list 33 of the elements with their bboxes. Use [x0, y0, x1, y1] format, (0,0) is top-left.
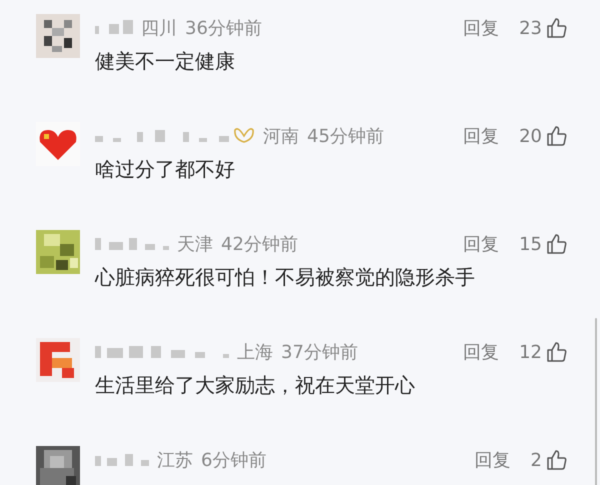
like-count: 23 — [519, 18, 542, 38]
thumbs-up-icon[interactable] — [546, 449, 568, 471]
comment-text: 啥过分了都不好 — [95, 156, 236, 183]
thumbs-up-icon[interactable] — [546, 341, 568, 363]
region-label: 上海 — [237, 341, 273, 364]
thumbs-up-icon[interactable] — [546, 17, 568, 39]
reply-button[interactable]: 回复 — [463, 124, 500, 148]
reply-button[interactable]: 回复 — [463, 232, 500, 256]
blurred-name — [95, 20, 133, 36]
like-count: 15 — [519, 234, 542, 254]
time-label: 37分钟前 — [281, 341, 358, 364]
region-label: 天津 — [177, 233, 213, 256]
reply-button[interactable]: 回复 — [463, 16, 500, 40]
reply-button[interactable]: 回复 — [463, 340, 500, 364]
region-label: 四川 — [141, 17, 177, 40]
region-label: 河南 — [263, 125, 299, 148]
time-label: 42分钟前 — [221, 233, 298, 256]
time-label: 45分钟前 — [307, 125, 384, 148]
comment-text: 健美不一定健康 — [95, 48, 236, 75]
like-count: 2 — [530, 450, 542, 470]
thumbs-up-icon[interactable] — [546, 125, 568, 147]
like-count: 20 — [519, 126, 542, 146]
badge-icon — [233, 127, 255, 145]
time-label: 36分钟前 — [185, 17, 262, 40]
blurred-name — [95, 452, 149, 468]
like-count: 12 — [519, 342, 542, 362]
reply-button[interactable]: 回复 — [474, 448, 511, 472]
thumbs-up-icon[interactable] — [546, 233, 568, 255]
comment-text: 生活里给了大家励志，祝在天堂开心 — [95, 372, 416, 399]
scrollbar[interactable] — [595, 318, 597, 485]
region-label: 江苏 — [157, 449, 193, 472]
comment-text: 心脏病猝死很可怕！不易被察觉的隐形杀手 — [95, 264, 476, 291]
time-label: 6分钟前 — [201, 449, 266, 472]
